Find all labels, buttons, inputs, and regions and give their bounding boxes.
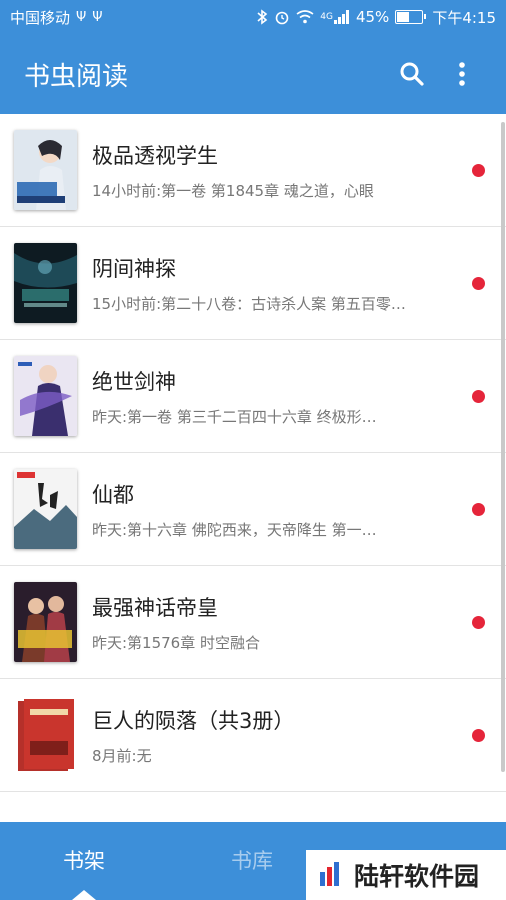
list-scrollbar[interactable] — [501, 122, 505, 772]
tab-library-label: 书库 — [231, 849, 273, 873]
book-latest-chapter: 昨天:第1576章 时空融合 — [92, 633, 260, 652]
book-latest-chapter: 昨天:第一卷 第三千二百四十六章 终极形… — [92, 407, 377, 426]
search-button[interactable] — [392, 54, 432, 94]
app-title: 书虫阅读 — [24, 61, 129, 92]
book-row[interactable]: 最强神话帝皇 昨天:第1576章 时空融合 — [0, 566, 506, 679]
site-watermark: 陆轩软件园 — [306, 850, 506, 900]
more-options-button[interactable] — [442, 54, 482, 94]
book-latest-chapter: 8月前:无 — [92, 746, 152, 765]
signal-icon — [333, 10, 349, 24]
watermark-text: 陆轩软件园 — [354, 862, 480, 891]
app-bar: 书虫阅读 — [0, 34, 506, 114]
network-type-label: 4G — [320, 12, 333, 22]
battery-fill — [397, 12, 409, 22]
tab-bookshelf-label: 书架 — [63, 849, 105, 873]
active-tab-indicator — [72, 890, 96, 900]
book-latest-chapter: 昨天:第十六章 佛陀西来，天帝降生 第一… — [92, 520, 377, 539]
book-title: 仙都 — [92, 482, 134, 507]
book-row[interactable]: 仙都 昨天:第十六章 佛陀西来，天帝降生 第一… — [0, 453, 506, 566]
bookshelf-list: 极品透视学生 14小时前:第一卷 第1845章 魂之道，心眼 阴间神探 15小时… — [0, 114, 506, 822]
unread-dot — [472, 390, 485, 403]
book-cover — [14, 243, 77, 323]
book-cover — [14, 582, 77, 662]
status-bar: 中国移动 Ψ Ψ 4G 45% 下午4:15 — [0, 0, 506, 34]
battery-icon — [395, 10, 427, 24]
book-title: 绝世剑神 — [92, 369, 176, 394]
tab-bookshelf[interactable]: 书架 — [0, 822, 168, 900]
unread-dot — [472, 616, 485, 629]
book-cover — [14, 695, 77, 775]
search-icon — [400, 62, 424, 86]
unread-dot — [472, 503, 485, 516]
watermark-logo-icon — [320, 862, 339, 886]
book-row[interactable]: 绝世剑神 昨天:第一卷 第三千二百四十六章 终极形… — [0, 340, 506, 453]
book-row[interactable]: 阴间神探 15小时前:第二十八卷：古诗杀人案 第五百零… — [0, 227, 506, 340]
book-title: 最强神话帝皇 — [92, 595, 218, 620]
wifi-icon — [296, 10, 314, 24]
book-latest-chapter: 14小时前:第一卷 第1845章 魂之道，心眼 — [92, 181, 374, 200]
alarm-icon — [275, 11, 289, 25]
book-cover — [14, 469, 77, 549]
battery-percent: 45% — [355, 8, 390, 26]
book-row[interactable]: 巨人的陨落（共3册） 8月前:无 — [0, 679, 506, 792]
clock: 下午4:15 — [432, 8, 496, 27]
book-title: 阴间神探 — [92, 256, 176, 281]
book-title: 极品透视学生 — [92, 143, 218, 168]
unread-dot — [472, 164, 485, 177]
more-vertical-icon — [459, 62, 465, 86]
carrier-label: 中国移动 — [10, 8, 71, 27]
book-latest-chapter: 15小时前:第二十八卷：古诗杀人案 第五百零… — [92, 294, 406, 313]
unread-dot — [472, 277, 485, 290]
bluetooth-icon — [257, 9, 268, 25]
usb-icon: Ψ — [92, 9, 103, 25]
book-cover — [14, 130, 77, 210]
book-cover — [14, 356, 77, 436]
book-title: 巨人的陨落（共3册） — [92, 708, 295, 733]
book-row[interactable]: 极品透视学生 14小时前:第一卷 第1845章 魂之道，心眼 — [0, 114, 506, 227]
usb-icon: Ψ — [76, 9, 87, 25]
unread-dot — [472, 729, 485, 742]
